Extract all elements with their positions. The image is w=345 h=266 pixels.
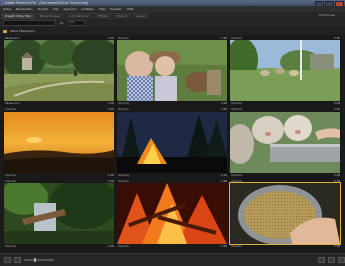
- clip-caption-duration: 0;00: [334, 245, 340, 248]
- clip-caption-duration: 0;00: [334, 173, 340, 177]
- premiere-app-icon: [1, 1, 4, 5]
- bottom-toolbar: [0, 253, 345, 266]
- forest-image: [4, 183, 114, 244]
- clip-caption: clip.mov: [231, 245, 242, 248]
- list-view-icon[interactable]: [4, 257, 11, 263]
- clip-caption: Wiese.mov: [5, 102, 20, 105]
- clip-thumbnail[interactable]: [229, 182, 341, 245]
- clip-thumbnail[interactable]: [117, 111, 227, 173]
- campfire-image: [117, 111, 227, 173]
- clip-caption: clip.mov: [118, 245, 129, 248]
- search-toolbar: In: Alle: [0, 19, 345, 27]
- in-label: In:: [60, 21, 64, 25]
- clip-caption-duration: 0;00: [108, 173, 114, 177]
- clip-tile[interactable]: clip.mov 0;00 clip.mov 0;00: [229, 179, 342, 250]
- new-item-icon[interactable]: [328, 257, 335, 263]
- new-bin-icon[interactable]: [318, 257, 325, 263]
- folder-path-bar: Ohne Titel.prproj: [0, 27, 345, 35]
- clip-caption: clip.mov: [5, 173, 16, 177]
- clip-caption: clip.mov: [5, 245, 16, 248]
- clip-caption-duration: 0;00: [108, 102, 114, 105]
- clip-tile[interactable]: clip.mov 0;00 clip.mov 0;00: [116, 107, 229, 179]
- sheep-image: [230, 111, 340, 173]
- clip-caption: clip.mov: [231, 173, 242, 177]
- panel-tab-bar: Projekt: Ohne Titel Media-Browser Inform…: [0, 12, 345, 19]
- clip-thumbnail[interactable]: [4, 183, 114, 244]
- bucket-image: [230, 183, 340, 244]
- folder-icon: [3, 29, 7, 33]
- clip-grid: Wiese.mov 0;00 Wiese.mov 0;00 clip.mov 0…: [3, 36, 342, 250]
- clip-tile[interactable]: clip.mov 0;00 clip.mov 0;00: [3, 107, 116, 179]
- icon-view-icon[interactable]: [14, 257, 21, 263]
- clip-caption: clip.mov: [118, 173, 129, 177]
- clip-caption-duration: 0;00: [334, 102, 340, 105]
- item-count: 10 Elemente: [318, 13, 335, 17]
- clip-thumbnail[interactable]: [230, 40, 340, 101]
- girl-image: [117, 40, 227, 101]
- clip-thumbnail[interactable]: [4, 40, 114, 101]
- clip-thumbnail[interactable]: [4, 111, 114, 173]
- in-scope-select[interactable]: Alle: [67, 20, 85, 26]
- clip-caption-duration: 0;00: [108, 245, 114, 248]
- clip-tile[interactable]: clip.mov 0;00 clip.mov 0;00: [229, 36, 342, 107]
- clip-caption: clip.mov: [231, 102, 242, 105]
- clip-tile[interactable]: clip.mov 0;00 clip.mov 0;00: [116, 179, 229, 250]
- clip-caption-duration: 0;00: [221, 245, 227, 248]
- clip-tile[interactable]: clip.mov 0;00 clip.mov 0;00: [116, 36, 229, 107]
- clip-thumbnail[interactable]: [117, 183, 227, 244]
- clip-tile[interactable]: Wiese.mov 0;00 Wiese.mov 0;00: [3, 36, 116, 107]
- clip-tile[interactable]: clip.mov 0;00 clip.mov 0;00: [3, 179, 116, 250]
- clip-thumbnail[interactable]: [117, 40, 227, 101]
- meadow-image: [4, 40, 114, 101]
- goats-image: [230, 40, 340, 101]
- clip-caption-duration: 0;00: [221, 102, 227, 105]
- sunset-image: [4, 111, 114, 173]
- folder-label: Ohne Titel.prproj: [10, 29, 36, 33]
- clip-caption-duration: 0;00: [221, 173, 227, 177]
- clip-thumbnail[interactable]: [230, 111, 340, 173]
- flames-image: [117, 183, 227, 244]
- clip-tile[interactable]: clip.mov 0;00 clip.mov 0;00: [229, 107, 342, 179]
- trash-icon[interactable]: [338, 257, 345, 263]
- search-input[interactable]: [3, 20, 56, 26]
- zoom-slider[interactable]: [24, 258, 54, 262]
- zoom-slider-knob[interactable]: [34, 258, 36, 262]
- clip-caption: clip.mov: [118, 102, 129, 105]
